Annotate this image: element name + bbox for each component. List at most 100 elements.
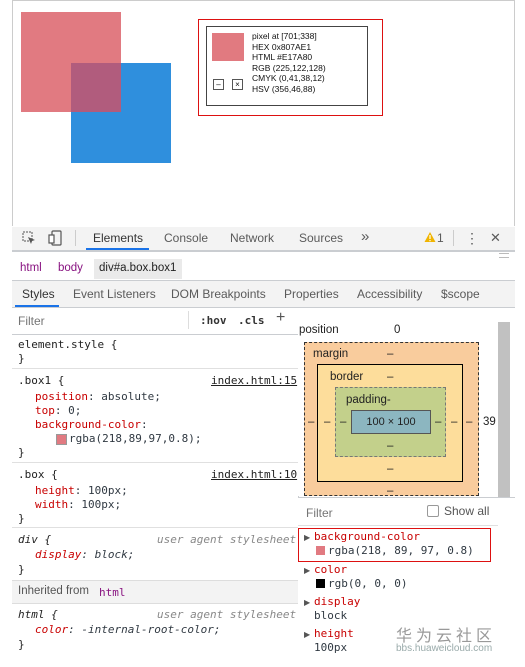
box-model-position-value[interactable]: 0 bbox=[394, 324, 400, 336]
computed-prop-value: block bbox=[314, 609, 348, 622]
rule-separator bbox=[12, 462, 298, 463]
rule-html-selector[interactable]: html { bbox=[18, 608, 58, 621]
border-top-value[interactable]: – bbox=[387, 371, 393, 383]
box-model-content[interactable]: 100 × 100 bbox=[351, 410, 431, 434]
border-left-value[interactable]: – bbox=[324, 416, 330, 428]
picker-close-button[interactable]: × bbox=[232, 79, 243, 90]
tab-styles[interactable]: Styles bbox=[22, 287, 55, 301]
margin-bottom-value[interactable]: – bbox=[387, 485, 393, 497]
computed-color-swatch bbox=[316, 579, 325, 588]
hov-toggle[interactable]: :hov bbox=[200, 314, 227, 327]
inherited-from-html[interactable]: html bbox=[99, 586, 126, 599]
box-model-position-label: position bbox=[299, 324, 339, 336]
preview-frame-left bbox=[12, 0, 13, 226]
rule-box1-prop-top[interactable]: top: 0; bbox=[35, 404, 81, 417]
box-model-margin-label: margin bbox=[313, 348, 349, 360]
rule-div-prop-display[interactable]: display: block; bbox=[35, 548, 134, 561]
cls-toggle[interactable]: .cls bbox=[238, 314, 265, 327]
computed-prop-name[interactable]: display bbox=[314, 595, 360, 608]
pixel-coord: pixel at [701;338] bbox=[252, 31, 317, 41]
show-all-label[interactable]: Show all bbox=[444, 504, 489, 518]
warning-icon[interactable] bbox=[424, 231, 436, 243]
tab-styles-underline bbox=[15, 305, 59, 307]
rule-box-selector[interactable]: .box { bbox=[18, 468, 58, 481]
rule-html-close: } bbox=[18, 638, 25, 651]
rule-div-selector[interactable]: div { bbox=[18, 533, 51, 546]
padding-left-value[interactable]: – bbox=[340, 416, 346, 428]
computed-filter-input[interactable] bbox=[304, 504, 418, 522]
margin-left-value[interactable]: – bbox=[308, 416, 314, 428]
hex-value: HEX 0x807AE1 bbox=[252, 41, 312, 52]
padding-right-value[interactable]: – bbox=[435, 416, 441, 428]
picker-minimize-button[interactable]: – bbox=[213, 79, 224, 90]
border-bottom-value[interactable]: – bbox=[387, 463, 393, 475]
rule-box-source-link[interactable]: index.html:10 bbox=[211, 468, 297, 481]
new-style-rule-button[interactable]: + bbox=[276, 309, 285, 327]
breadcrumb-html[interactable]: html bbox=[20, 262, 42, 274]
expand-triangle-icon[interactable]: ▶ bbox=[304, 566, 310, 575]
margin-top-value[interactable]: – bbox=[387, 348, 393, 360]
breadcrumb-body[interactable]: body bbox=[58, 262, 83, 274]
margin-right-value[interactable]: – bbox=[466, 416, 472, 428]
computed-prop-name[interactable]: height bbox=[314, 627, 354, 640]
rule-separator bbox=[12, 527, 298, 528]
show-all-checkbox[interactable] bbox=[427, 505, 439, 517]
box-model-padding-label: padding- bbox=[346, 394, 391, 406]
tab-elements[interactable]: Elements bbox=[93, 231, 143, 245]
padding-bottom-value[interactable]: – bbox=[387, 440, 393, 452]
rule-html-source: user agent stylesheet bbox=[157, 608, 297, 621]
filter-divider bbox=[188, 311, 189, 329]
cmyk-value: CMYK (0,41,38,12) bbox=[252, 73, 325, 84]
tab-event-listeners[interactable]: Event Listeners bbox=[73, 287, 156, 301]
expand-triangle-icon[interactable]: ▶ bbox=[304, 630, 310, 639]
rule-box1-prop-bg[interactable]: background-color: bbox=[35, 418, 148, 431]
computed-separator bbox=[298, 525, 498, 526]
rule-html-prop-color[interactable]: color: -internal-root-color; bbox=[35, 623, 220, 636]
breadcrumb-current[interactable]: div#a.box.box1 bbox=[99, 262, 176, 274]
menu-kebab-icon[interactable]: ⋮ bbox=[465, 230, 479, 247]
tab-network[interactable]: Network bbox=[230, 231, 274, 245]
styles-filter-input[interactable] bbox=[16, 312, 190, 330]
hsv-value: HSV (356,46,88) bbox=[252, 83, 316, 94]
more-tabs-button[interactable]: » bbox=[361, 228, 369, 245]
expand-triangle-icon[interactable]: ▶ bbox=[304, 598, 310, 607]
computed-prop-name[interactable]: color bbox=[314, 563, 347, 576]
breadcrumb bbox=[12, 258, 515, 281]
tab-accessibility[interactable]: Accessibility bbox=[357, 287, 422, 301]
tab-console[interactable]: Console bbox=[164, 231, 208, 245]
toolbar-divider bbox=[75, 230, 76, 246]
device-toolbar-icon[interactable] bbox=[48, 230, 62, 246]
computed-color-swatch bbox=[316, 546, 325, 555]
element-style-selector[interactable]: element.style { bbox=[18, 338, 117, 351]
tab-elements-underline bbox=[86, 248, 149, 250]
html-value: HTML #E17A80 bbox=[252, 52, 313, 63]
box-model-border-label: border bbox=[330, 371, 364, 383]
rule-box1-bg-value[interactable]: rgba(218,89,97,0.8); bbox=[69, 432, 201, 445]
expand-triangle-icon[interactable]: ▶ bbox=[304, 533, 310, 542]
position-right-value[interactable]: 39 bbox=[483, 416, 496, 428]
computed-prop-value: 100px bbox=[314, 641, 348, 654]
warning-count[interactable]: 1 bbox=[437, 231, 444, 245]
tab-scope[interactable]: $scope bbox=[441, 287, 480, 301]
border-right-value[interactable]: – bbox=[451, 416, 457, 428]
rule-box1-source-link[interactable]: index.html:15 bbox=[211, 374, 297, 387]
computed-prop-name[interactable]: background-color bbox=[314, 530, 420, 543]
close-devtools-icon[interactable]: ✕ bbox=[490, 230, 501, 246]
rule-box1-prop-position[interactable]: position: absolute; bbox=[35, 390, 161, 403]
tab-dom-breakpoints[interactable]: DOM Breakpoints bbox=[171, 287, 266, 301]
rule-box-prop-width[interactable]: width: 100px; bbox=[35, 498, 121, 511]
rule-box1-selector[interactable]: .box1 { bbox=[18, 374, 64, 387]
inspect-element-icon[interactable] bbox=[22, 231, 36, 245]
rule-separator bbox=[12, 368, 298, 369]
preview-frame-top bbox=[12, 0, 515, 1]
tab-sources[interactable]: Sources bbox=[299, 231, 343, 245]
rule-box-prop-height[interactable]: height: 100px; bbox=[35, 484, 128, 497]
preview-frame-right bbox=[514, 0, 515, 226]
color-swatch-icon[interactable] bbox=[56, 434, 67, 445]
tab-properties[interactable]: Properties bbox=[284, 287, 339, 301]
rule-box1-close: } bbox=[18, 446, 25, 459]
picked-color-swatch bbox=[212, 33, 244, 61]
inherited-label: Inherited from bbox=[18, 585, 89, 597]
rule-div-source: user agent stylesheet bbox=[157, 533, 297, 546]
box-model-scrollbar[interactable] bbox=[498, 322, 510, 497]
